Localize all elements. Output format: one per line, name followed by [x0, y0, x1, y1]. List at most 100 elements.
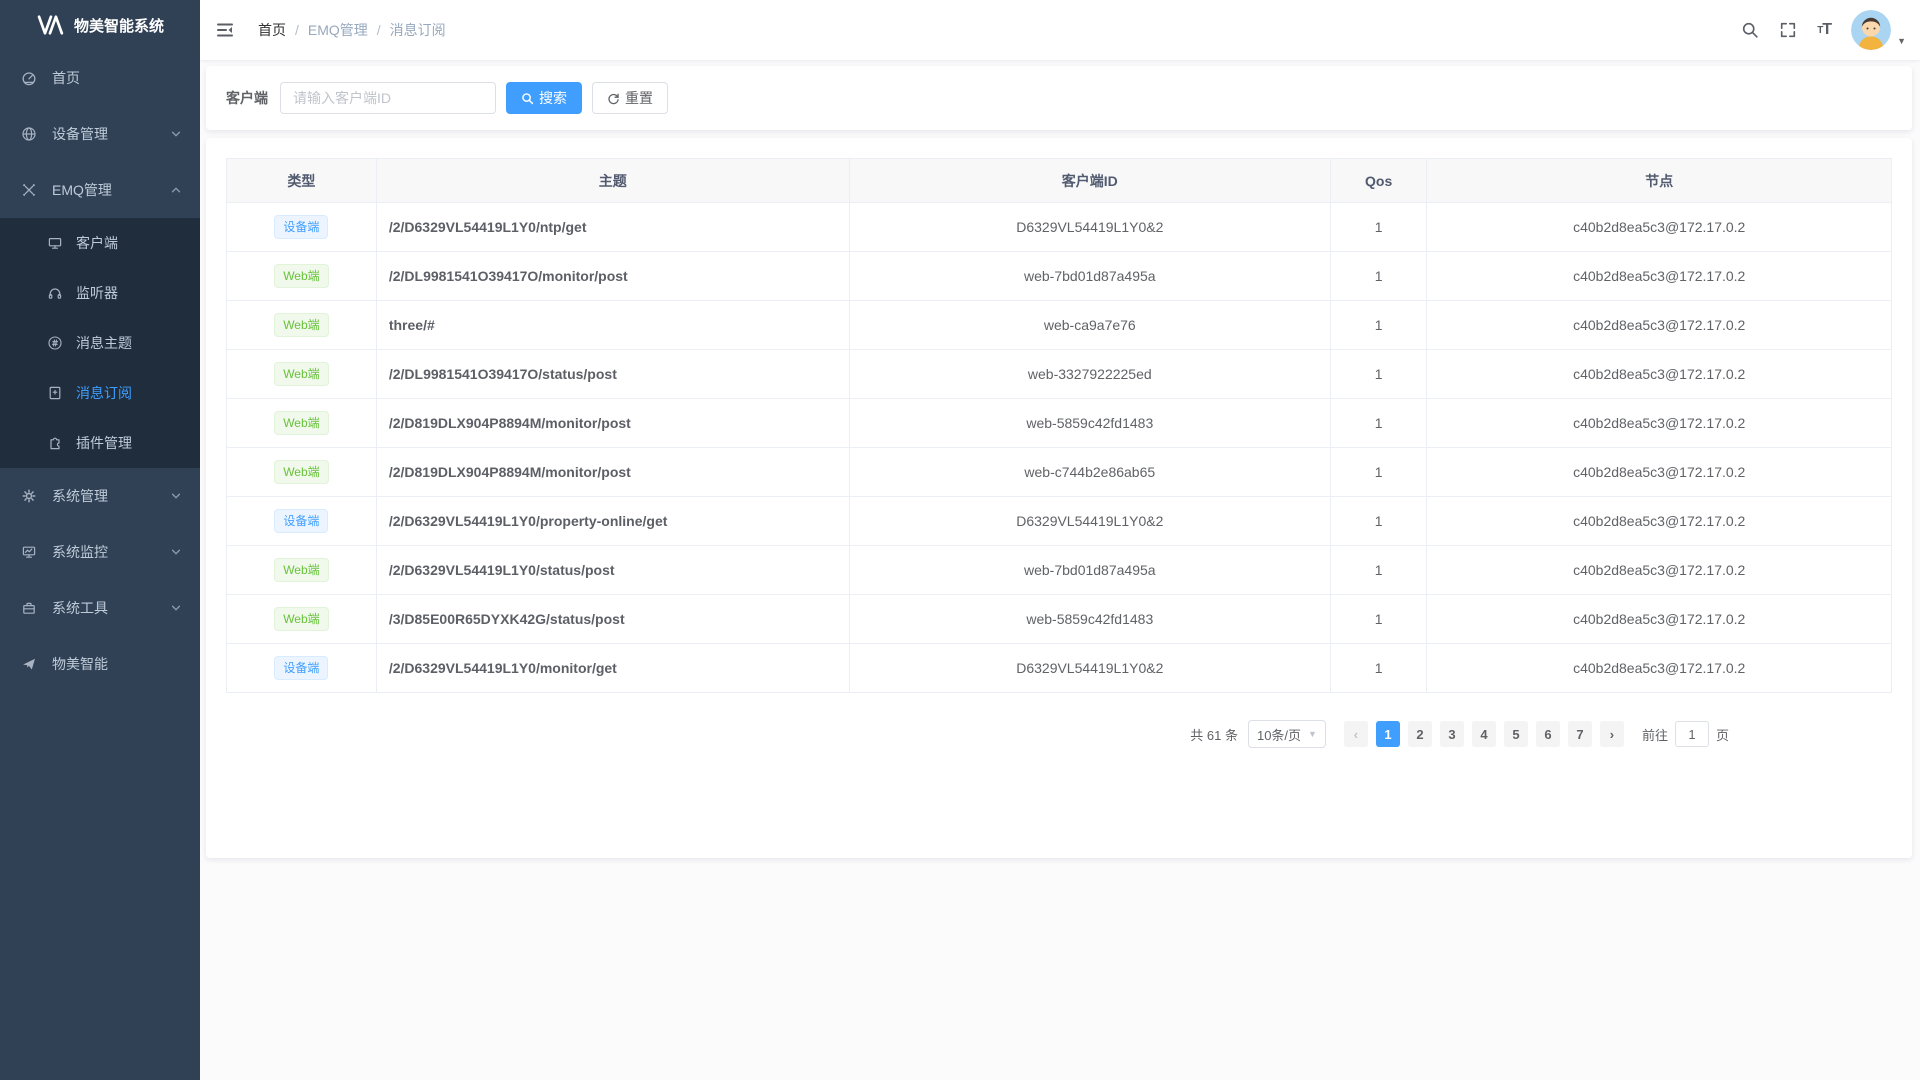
- topic-cell: /2/D6329VL54419L1Y0/property-online/get: [376, 497, 849, 546]
- topic-cell: three/#: [376, 301, 849, 350]
- table-header-row: 类型 主题 客户端ID Qos 节点: [227, 159, 1892, 203]
- client-id-cell: web-5859c42fd1483: [849, 595, 1330, 644]
- type-badge: Web端: [274, 607, 328, 631]
- toolbox-icon: [20, 600, 38, 616]
- type-badge: Web端: [274, 313, 328, 337]
- breadcrumb: 首页 / EMQ管理 / 消息订阅: [258, 20, 446, 40]
- page-button-5[interactable]: 5: [1504, 721, 1528, 747]
- table-row: Web端 three/# web-ca9a7e76 1 c40b2d8ea5c3…: [227, 301, 1892, 350]
- chevron-down-icon: [170, 490, 182, 502]
- topic-cell: /2/DL9981541O39417O/status/post: [376, 350, 849, 399]
- emq-nodes-icon: [20, 182, 38, 198]
- topic-cell: /2/D6329VL54419L1Y0/monitor/get: [376, 644, 849, 693]
- client-id-cell: web-3327922225ed: [849, 350, 1330, 399]
- topic-cell: /3/D85E00R65DYXK42G/status/post: [376, 595, 849, 644]
- main-content: 客户端 搜索 重置 类型 主题 客户端ID Qos 节点: [200, 60, 1920, 858]
- client-id-input[interactable]: [280, 82, 496, 114]
- chevron-down-icon: [170, 602, 182, 614]
- table-row: Web端 /2/DL9981541O39417O/monitor/post we…: [227, 252, 1892, 301]
- qos-cell: 1: [1330, 546, 1427, 595]
- client-id-cell: D6329VL54419L1Y0&2: [849, 497, 1330, 546]
- page-button-3[interactable]: 3: [1440, 721, 1464, 747]
- search-form: 客户端 搜索 重置: [206, 66, 1912, 130]
- sidebar-item-plugins[interactable]: 插件管理: [0, 418, 200, 468]
- user-menu[interactable]: ▼: [1851, 0, 1906, 60]
- breadcrumb-current: 消息订阅: [390, 20, 446, 40]
- total-count-label: 共 61 条: [1190, 725, 1238, 744]
- sidebar-item-system-monitor[interactable]: 系统监控: [0, 524, 200, 580]
- next-page-button[interactable]: ›: [1600, 721, 1624, 747]
- page-button-6[interactable]: 6: [1536, 721, 1560, 747]
- fullscreen-icon[interactable]: [1769, 0, 1807, 60]
- page-button-1[interactable]: 1: [1376, 721, 1400, 747]
- node-cell: c40b2d8ea5c3@172.17.0.2: [1427, 252, 1892, 301]
- table-row: Web端 /2/D819DLX904P8894M/monitor/post we…: [227, 399, 1892, 448]
- monitor-icon: [46, 235, 64, 251]
- header-node: 节点: [1427, 159, 1892, 203]
- topic-cell: /2/D6329VL54419L1Y0/status/post: [376, 546, 849, 595]
- client-id-cell: web-ca9a7e76: [849, 301, 1330, 350]
- page-size-select[interactable]: 10条/页 ▼: [1248, 720, 1326, 748]
- sidebar-item-client[interactable]: 客户端: [0, 218, 200, 268]
- qos-cell: 1: [1330, 448, 1427, 497]
- subscriptions-table-card: 类型 主题 客户端ID Qos 节点 设备端 /2/D6329VL54419L1…: [206, 138, 1912, 858]
- breadcrumb-separator: /: [295, 22, 299, 38]
- search-icon[interactable]: [1731, 0, 1769, 60]
- sidebar-item-label: 客户端: [76, 233, 118, 253]
- sidebar-item-topics[interactable]: 消息主题: [0, 318, 200, 368]
- font-size-icon[interactable]: TT: [1807, 0, 1841, 60]
- sidebar-collapse-button[interactable]: [200, 0, 250, 60]
- qos-cell: 1: [1330, 595, 1427, 644]
- sidebar-item-listener[interactable]: 监听器: [0, 268, 200, 318]
- page-button-2[interactable]: 2: [1408, 721, 1432, 747]
- sidebar-item-label: 设备管理: [52, 124, 108, 144]
- table-row: Web端 /2/D819DLX904P8894M/monitor/post we…: [227, 448, 1892, 497]
- reset-button-label: 重置: [625, 88, 653, 108]
- page-size-value: 10条/页: [1257, 725, 1301, 744]
- node-cell: c40b2d8ea5c3@172.17.0.2: [1427, 595, 1892, 644]
- top-navbar: 首页 / EMQ管理 / 消息订阅 TT ▼: [200, 0, 1920, 60]
- prev-page-button[interactable]: ‹: [1344, 721, 1368, 747]
- pagination: 共 61 条 10条/页 ▼ ‹ 1 2 3 4 5 6 7 › 前往 页: [226, 720, 1892, 748]
- sidebar-item-emq-mgmt[interactable]: EMQ管理: [0, 162, 200, 218]
- goto-page-input[interactable]: [1675, 721, 1709, 747]
- sidebar-item-label: 系统监控: [52, 542, 108, 562]
- page-button-4[interactable]: 4: [1472, 721, 1496, 747]
- subscriptions-table: 类型 主题 客户端ID Qos 节点 设备端 /2/D6329VL54419L1…: [226, 158, 1892, 693]
- node-cell: c40b2d8ea5c3@172.17.0.2: [1427, 203, 1892, 252]
- puzzle-icon: [46, 435, 64, 451]
- client-id-cell: web-5859c42fd1483: [849, 399, 1330, 448]
- table-row: 设备端 /2/D6329VL54419L1Y0/ntp/get D6329VL5…: [227, 203, 1892, 252]
- qos-cell: 1: [1330, 301, 1427, 350]
- sidebar-item-system-tools[interactable]: 系统工具: [0, 580, 200, 636]
- sidebar-item-system-mgmt[interactable]: 系统管理: [0, 468, 200, 524]
- sidebar-item-wumei-smart[interactable]: 物美智能: [0, 636, 200, 692]
- gear-icon: [20, 488, 38, 504]
- table-row: Web端 /2/DL9981541O39417O/status/post web…: [227, 350, 1892, 399]
- goto-suffix-label: 页: [1716, 725, 1729, 744]
- page-button-7[interactable]: 7: [1568, 721, 1592, 747]
- chevron-down-icon: [170, 128, 182, 140]
- breadcrumb-emq[interactable]: EMQ管理: [308, 20, 368, 40]
- sidebar-item-home[interactable]: 首页: [0, 50, 200, 106]
- client-id-cell: D6329VL54419L1Y0&2: [849, 644, 1330, 693]
- client-id-cell: web-7bd01d87a495a: [849, 546, 1330, 595]
- topic-cell: /2/D819DLX904P8894M/monitor/post: [376, 399, 849, 448]
- hash-circle-icon: [46, 335, 64, 351]
- sidebar-item-subscriptions[interactable]: 消息订阅: [0, 368, 200, 418]
- reset-button[interactable]: 重置: [592, 82, 668, 114]
- type-badge: Web端: [274, 460, 328, 484]
- search-button[interactable]: 搜索: [506, 82, 582, 114]
- app-logo[interactable]: 物美智能系统: [0, 0, 200, 50]
- sidebar-item-device-mgmt[interactable]: 设备管理: [0, 106, 200, 162]
- table-row: 设备端 /2/D6329VL54419L1Y0/property-online/…: [227, 497, 1892, 546]
- chevron-up-icon: [170, 184, 182, 196]
- navbar-actions: TT ▼: [1731, 0, 1920, 60]
- sidebar-item-label: 首页: [52, 68, 80, 88]
- topic-cell: /2/D819DLX904P8894M/monitor/post: [376, 448, 849, 497]
- sidebar-item-label: EMQ管理: [52, 180, 112, 200]
- emq-submenu: 客户端 监听器 消息主题 消息订阅: [0, 218, 200, 468]
- caret-down-icon: ▼: [1897, 36, 1906, 46]
- sidebar-item-label: 消息主题: [76, 333, 132, 353]
- breadcrumb-home[interactable]: 首页: [258, 20, 286, 40]
